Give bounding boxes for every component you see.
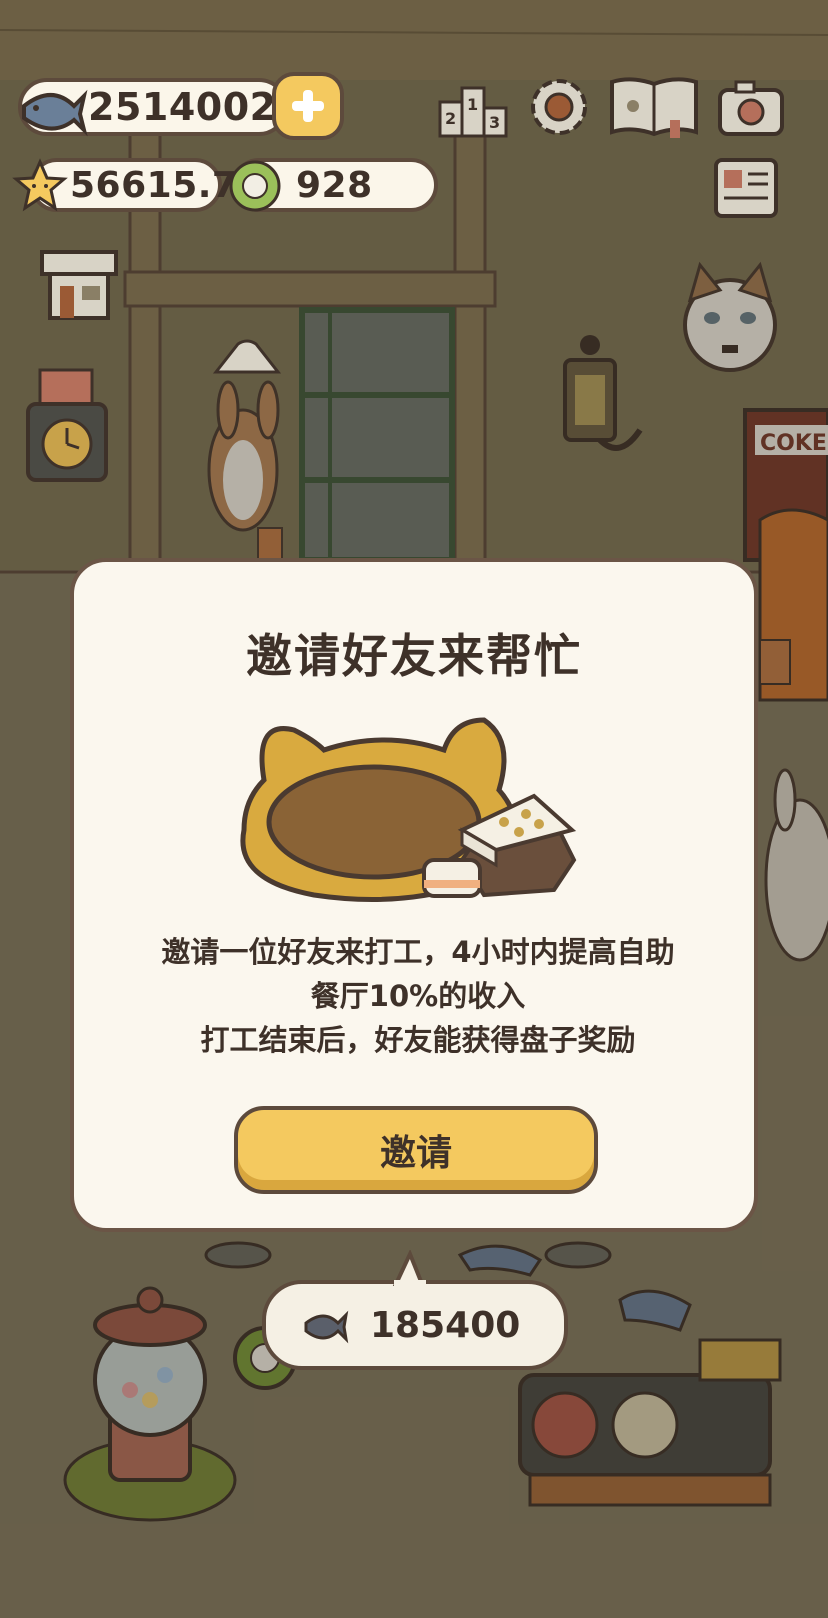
svg-text:1: 1 [467,95,478,114]
bubble-tail [392,1250,426,1286]
dialog-description-line-2: 餐厅10%的收入 [310,979,526,1013]
svg-text:2: 2 [445,109,456,128]
star-icon [12,158,68,212]
earnings-amount: 185400 [370,1304,521,1346]
svg-text:3: 3 [489,113,500,132]
dialog-description-line-3: 打工结束后，好友能获得盘子奖励 [200,1023,636,1057]
plate-icon [229,160,281,212]
fish-icon [304,1310,349,1344]
cloud-icon [212,339,282,374]
shop-icon[interactable] [36,246,122,324]
newspaper-icon[interactable] [710,156,782,220]
add-fish-button[interactable] [272,72,344,140]
cat-bed-illustration [240,717,577,902]
fish-icon [22,89,88,137]
camera-icon[interactable] [716,78,786,138]
paw-book-icon[interactable] [608,74,700,140]
fish-amount: 2514002 [88,85,277,129]
plate-amount: 928 [296,164,373,206]
dialog-description-line-1: 邀请一位好友来打工，4小时内提高自助 [161,935,675,969]
invite-button[interactable]: 邀请 [234,1106,598,1194]
time-clock-icon[interactable] [24,366,110,486]
earnings-bubble[interactable]: 185400 [262,1280,568,1370]
dialog-title: 邀请好友来帮忙 [246,629,582,683]
invite-friend-dialog: 邀请好友来帮忙 邀请一位好友来打工，4小时内提高自助 餐厅10%的收入 打工结束… [70,558,758,1232]
star-amount: 56615.7 [70,164,238,206]
plus-icon [292,90,324,122]
podium-icon[interactable]: 1 2 3 [436,80,510,142]
gear-icon[interactable] [524,72,594,142]
